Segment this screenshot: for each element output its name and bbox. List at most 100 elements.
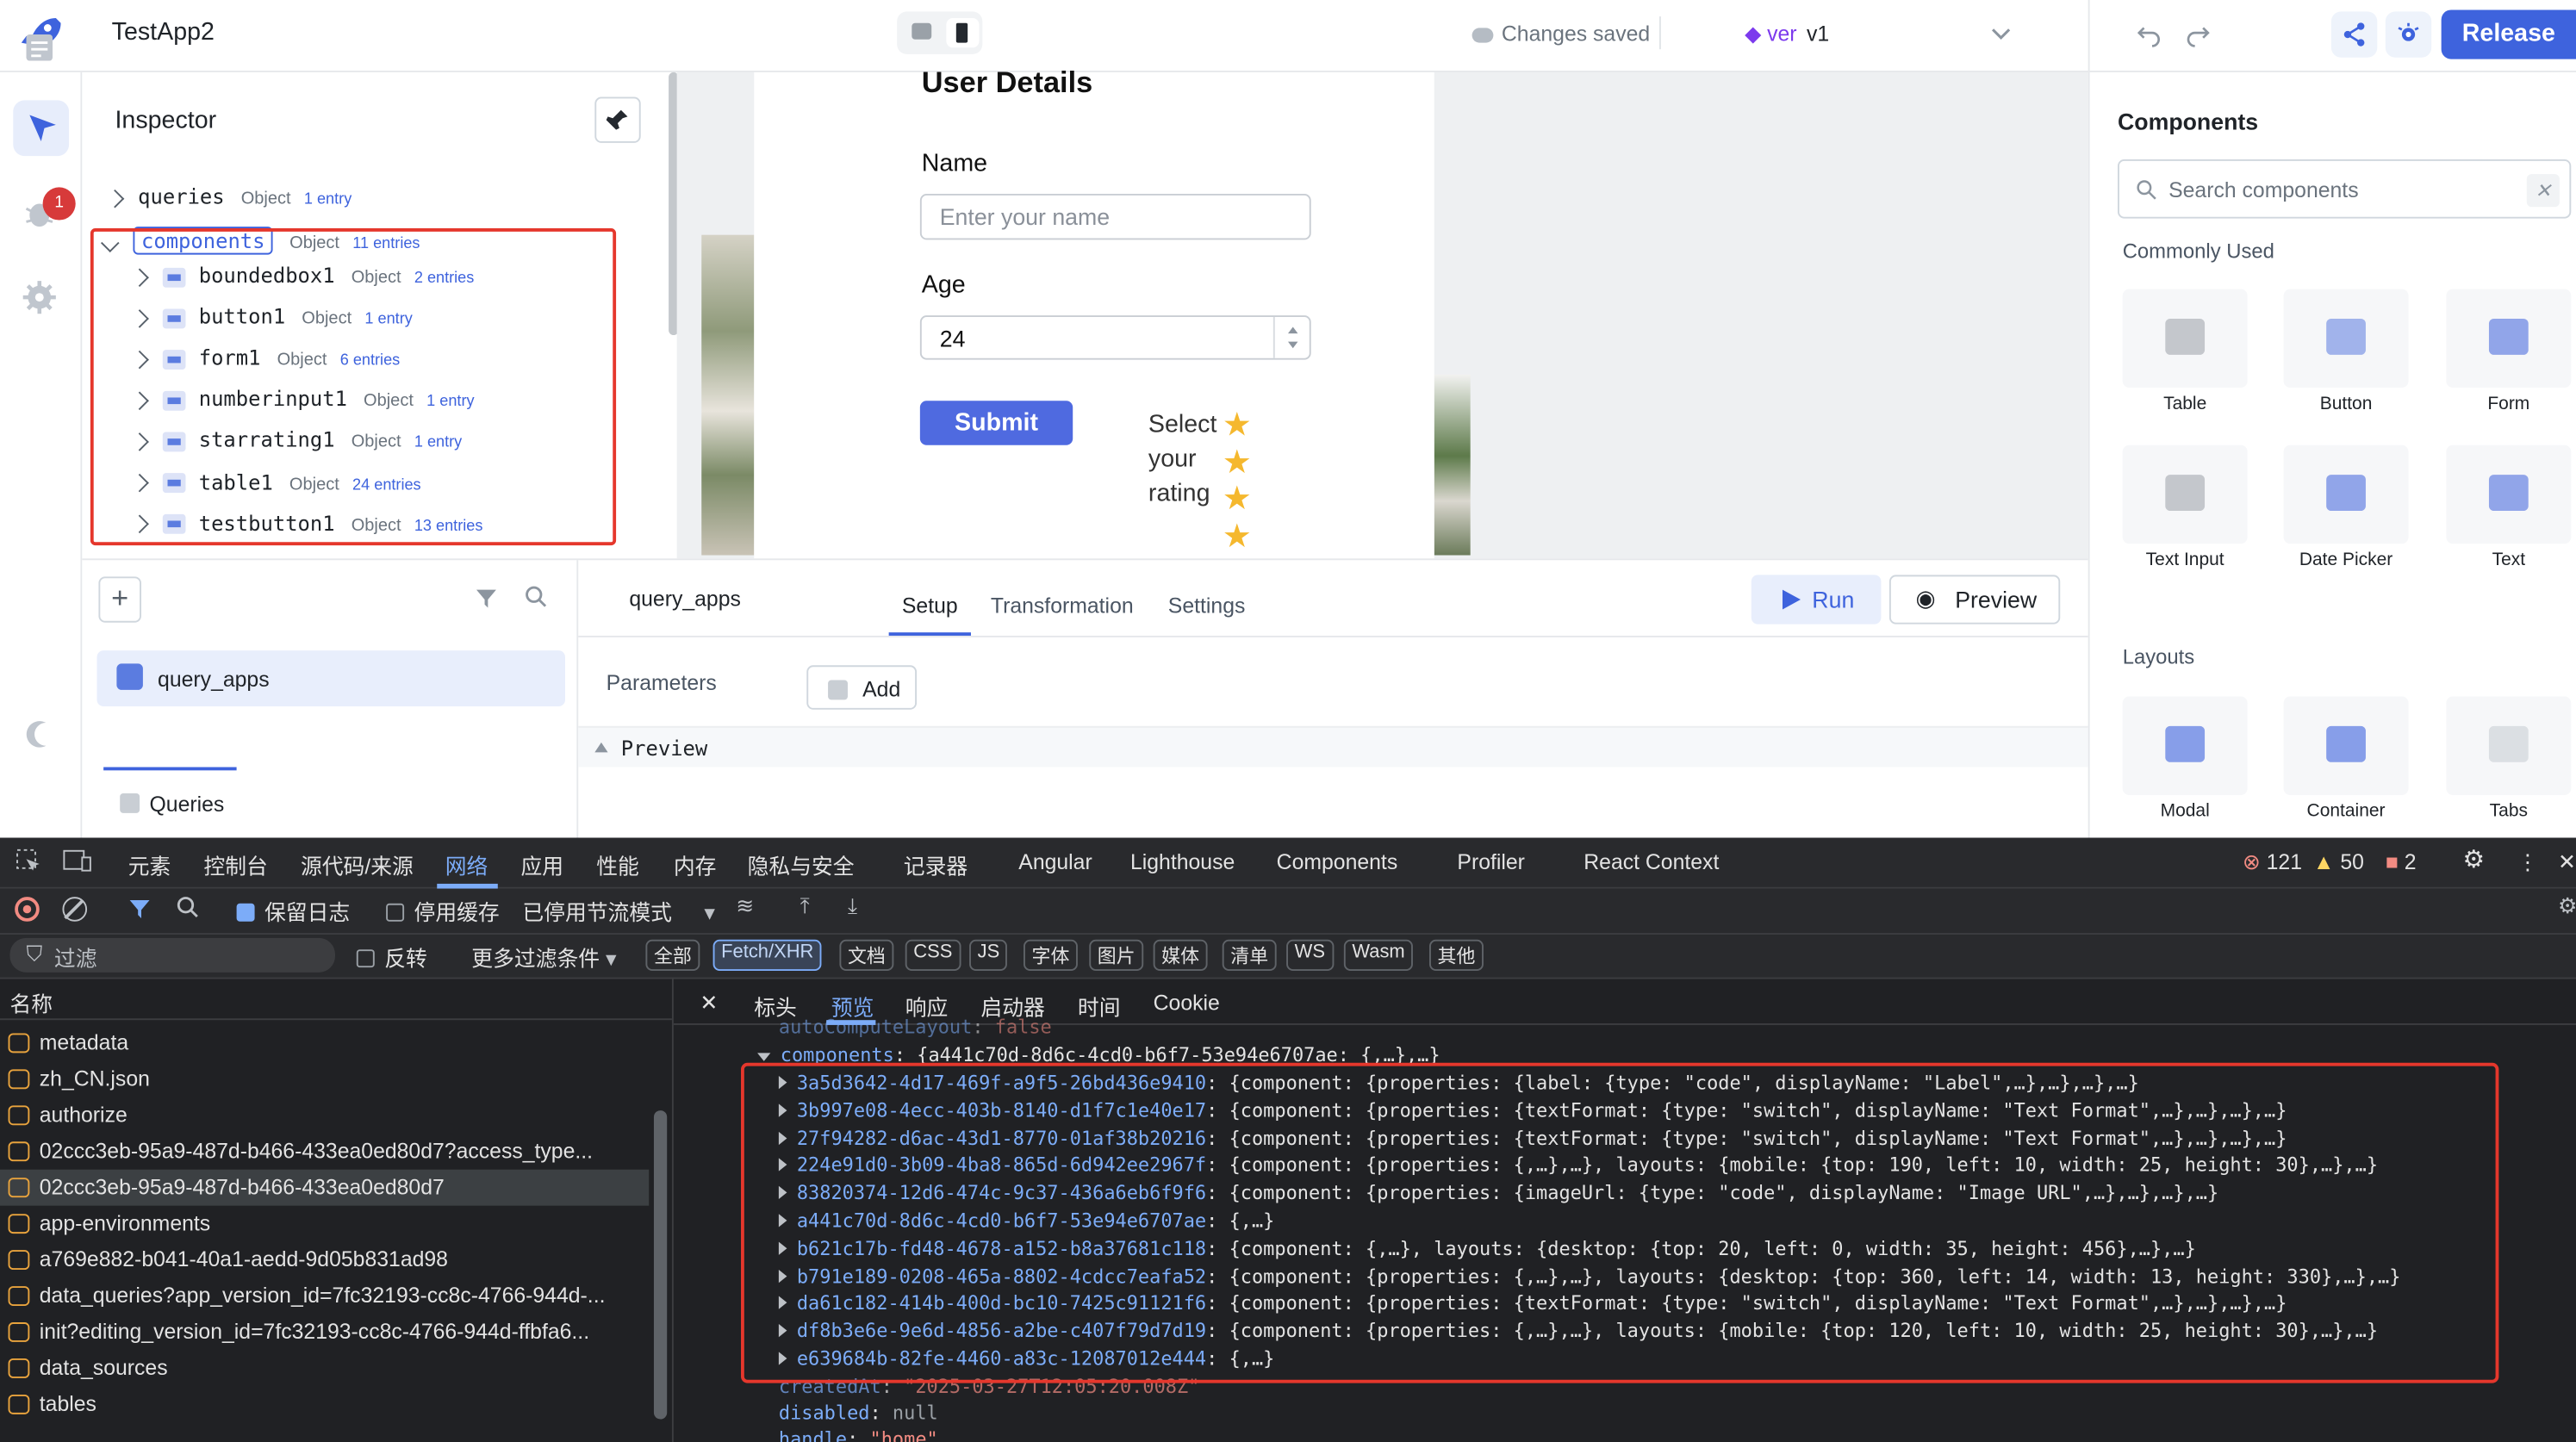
moon-theme-icon[interactable] [22,716,58,752]
expand-right-icon[interactable] [778,1269,787,1283]
request-row[interactable]: app-environments [0,1206,649,1242]
close-icon[interactable]: ✕ [2558,849,2576,876]
upload-icon[interactable]: ⤒ [800,893,810,920]
request-row[interactable]: 02ccc3eb-95a9-487d-b466-433ea0ed80d7?acc… [0,1134,649,1170]
download-icon[interactable]: ⤓ [848,893,857,920]
error-count[interactable]: ⊗ 121 [2243,849,2302,876]
filter-chip[interactable]: 文档 [839,939,894,971]
record-icon[interactable] [15,897,40,922]
inspector-nav-button[interactable] [13,100,70,157]
layout-tile-tabs[interactable] [2446,696,2572,795]
share-button[interactable] [2330,11,2378,58]
tree-row-numberinput1[interactable]: numberinput1 Object 1 entry [130,387,475,411]
request-list-scrollbar[interactable] [653,1110,668,1420]
invert-checkbox[interactable]: 反转 [356,942,427,973]
disable-cache-checkbox[interactable]: 停用缓存 [386,895,500,926]
settings-gear-icon[interactable] [22,279,58,315]
devtools-tab[interactable]: React Context [1584,849,1719,874]
tree-row-queries[interactable]: queries Object 1 entry [105,184,352,208]
version-selector[interactable]: ◆ ver v1 [1745,22,1829,48]
name-column-header[interactable]: 名称 [9,987,53,1018]
devtools-tab[interactable]: Angular [1018,849,1092,874]
request-row[interactable]: 02ccc3eb-95a9-487d-b466-433ea0ed80d7 [0,1169,650,1206]
desktop-view-icon[interactable] [912,22,932,40]
wifi-icon[interactable]: ≋ [736,893,754,920]
json-line[interactable]: b791e189-0208-465a-8802-4cdcc7eafa52: {c… [778,1265,2400,1287]
devtools-tab[interactable]: 隐私与安全 [748,849,855,880]
filter-chip[interactable]: 媒体 [1153,939,1208,971]
device-view-toggle[interactable] [897,11,983,54]
stepper-up-icon[interactable] [1288,326,1298,334]
filter-chip[interactable]: Wasm [1343,939,1414,971]
stepper-down-icon[interactable] [1288,341,1298,349]
detail-tab[interactable]: 响应 [905,991,949,1022]
tree-row-button1[interactable]: button1 Object 1 entry [130,304,413,329]
preview-section-header[interactable]: Preview [578,725,2088,768]
json-line[interactable]: df8b3e6e-9e6d-4856-a2be-c407f79d7d19: {c… [778,1320,2378,1342]
devtools-tab[interactable]: 源代码/来源 [301,849,414,880]
layout-tile-container[interactable] [2283,696,2409,795]
filter-chip[interactable]: 全部 [645,939,700,971]
request-row[interactable]: metadata [0,1025,649,1061]
request-row[interactable]: a769e882-b041-40a1-aedd-9d05b831ad98 [0,1242,649,1278]
json-line[interactable]: 83820374-12d6-474c-9c37-436a6eb6f9f6: {c… [778,1181,2218,1204]
devtools-settings-icon[interactable]: ⚙ [2462,844,2485,873]
tab-queries[interactable]: Queries [120,792,224,817]
clear-icon[interactable]: ✕ [2526,174,2560,208]
query-name[interactable]: query_apps [629,587,741,612]
expand-right-icon[interactable] [778,1324,787,1338]
tree-row-testbutton1[interactable]: testbutton1 Object 13 entries [130,510,482,535]
expand-right-icon[interactable] [778,1241,787,1255]
tab-setup[interactable]: Setup [902,593,958,618]
release-button[interactable]: Release [2441,9,2576,59]
tab-settings[interactable]: Settings [1168,593,1246,618]
mobile-view-button[interactable] [946,17,980,48]
inspect-element-icon[interactable] [15,848,41,874]
chevron-down-icon[interactable] [1988,20,2014,47]
devtools-tab[interactable]: 应用 [520,849,563,880]
checkbox-checked[interactable] [236,903,255,922]
tree-row-boundedbox1[interactable]: boundedbox1 Object 2 entries [130,263,474,288]
expand-right-icon[interactable] [778,1352,787,1365]
devtools-tab[interactable]: Components [1277,849,1398,874]
expand-right-icon[interactable] [778,1296,787,1310]
component-tile-text-input[interactable] [2122,444,2248,544]
request-row[interactable]: init?editing_version_id=7fc32193-cc8c-47… [0,1315,649,1351]
preview-app-button[interactable] [2385,11,2432,58]
star-icon[interactable]: ★ [1223,409,1252,442]
devtools-tab[interactable]: 记录器 [904,849,968,880]
json-line[interactable]: a441c70d-8d6c-4cd0-b6f7-53e94e6707ae: {,… [778,1209,1274,1232]
tree-row-table1[interactable]: table1 Object 24 entries [130,469,421,494]
devtools-tab[interactable]: Profiler [1457,849,1525,874]
filter-chip[interactable]: WS [1286,939,1334,971]
search-icon[interactable] [176,895,201,920]
chevron-right-icon[interactable] [130,514,149,534]
chevron-right-icon[interactable] [130,391,149,410]
filter-chip[interactable]: 字体 [1023,939,1078,971]
filter-chip[interactable]: 其他 [1429,939,1484,971]
throttling-select[interactable]: 已停用节流模式 ▾ [522,895,714,926]
filter-icon[interactable] [475,587,498,610]
chevron-right-icon[interactable] [130,432,149,451]
expand-right-icon[interactable] [778,1076,787,1090]
star-icon[interactable]: ★ [1223,483,1252,516]
devtools-tab[interactable]: Lighthouse [1130,849,1235,874]
filter-icon[interactable] [128,897,152,920]
request-row[interactable]: data_queries?app_version_id=7fc32193-cc8… [0,1278,649,1315]
component-tile-form[interactable] [2446,289,2572,388]
number-stepper[interactable] [1272,317,1310,358]
filter-chip[interactable]: 清单 [1222,939,1277,971]
expand-right-icon[interactable] [778,1103,787,1117]
chevron-right-icon[interactable] [130,350,149,369]
detail-tab[interactable]: 启动器 [980,991,1044,1022]
preview-button[interactable]: ◉ Preview [1888,575,2061,625]
json-line[interactable]: 3b997e08-4ecc-403b-8140-d1f7c1e40e17: {c… [778,1098,2287,1122]
app-name[interactable]: TestApp2 [112,18,215,46]
chevron-right-icon[interactable] [130,267,149,287]
devtools-tab[interactable]: 性能 [596,849,639,880]
name-input[interactable]: Enter your name [919,194,1311,240]
preserve-log-checkbox[interactable]: 保留日志 [236,895,350,926]
pages-icon[interactable] [22,29,58,65]
tab-transformation[interactable]: Transformation [991,593,1134,618]
json-line[interactable]: da61c182-414b-400d-bc10-7425c91121f6: {c… [778,1292,2287,1315]
